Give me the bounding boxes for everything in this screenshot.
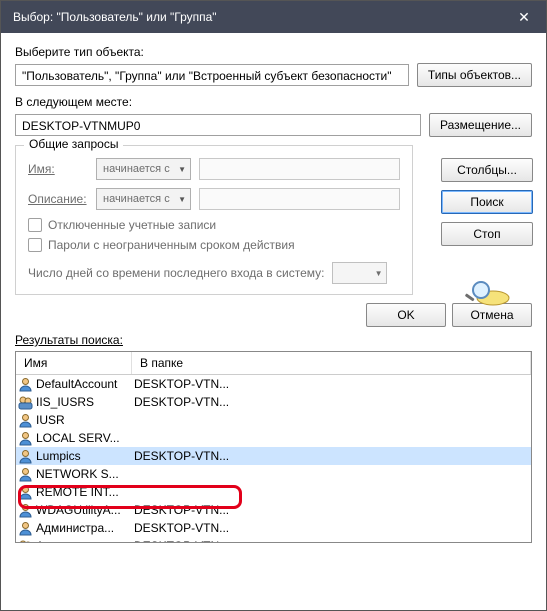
object-type-label: Выберите тип объекта: <box>15 45 532 59</box>
columns-button[interactable]: Столбцы... <box>441 158 533 182</box>
description-label: Описание: <box>28 192 88 206</box>
table-row[interactable]: REMOTE INT... <box>16 483 531 501</box>
row-folder: DESKTOP-VTN... <box>132 377 531 391</box>
user-icon <box>18 503 33 518</box>
user-icon <box>18 431 33 446</box>
row-folder: DESKTOP-VTN... <box>132 503 531 517</box>
row-name: IUSR <box>36 413 65 427</box>
table-row[interactable]: LOCAL SERV... <box>16 429 531 447</box>
days-label: Число дней со времени последнего входа в… <box>28 266 324 280</box>
disabled-accounts-label: Отключенные учетные записи <box>48 218 216 232</box>
locations-button[interactable]: Размещение... <box>429 113 532 137</box>
no-expire-label: Пароли с неограниченным сроком действия <box>48 238 295 252</box>
name-input[interactable] <box>199 158 400 180</box>
table-row[interactable]: IUSR <box>16 411 531 429</box>
user-icon <box>18 413 33 428</box>
column-name[interactable]: Имя <box>16 352 132 374</box>
search-button[interactable]: Поиск <box>441 190 533 214</box>
chevron-down-icon: ▼ <box>178 165 186 174</box>
table-row[interactable]: Администра... DESKTOP-VTN... <box>16 519 531 537</box>
row-name: WDAGUtilityA... <box>36 503 121 517</box>
group-icon <box>18 395 33 410</box>
close-icon: ✕ <box>518 9 530 26</box>
user-icon <box>18 521 33 536</box>
name-label: Имя: <box>28 162 88 176</box>
row-folder: DESKTOP-VTN... <box>132 521 531 535</box>
object-type-field[interactable]: "Пользователь", "Группа" или "Встроенный… <box>15 64 409 86</box>
description-input[interactable] <box>199 188 400 210</box>
table-row[interactable]: DefaultAccount DESKTOP-VTN... <box>16 375 531 393</box>
location-field[interactable]: DESKTOP-VTNMUP0 <box>15 114 421 136</box>
location-label: В следующем месте: <box>15 95 532 109</box>
stop-button[interactable]: Стоп <box>441 222 533 246</box>
row-name: Администра... <box>36 521 114 535</box>
row-name: LOCAL SERV... <box>36 431 120 445</box>
table-header: Имя В папке <box>16 352 531 375</box>
table-row[interactable]: Lumpics DESKTOP-VTN... <box>16 447 531 465</box>
disabled-accounts-checkbox[interactable] <box>28 218 42 232</box>
titlebar[interactable]: Выбор: "Пользователь" или "Группа" ✕ <box>1 1 546 33</box>
user-icon <box>18 467 33 482</box>
results-label: Результаты поиска: <box>1 333 546 351</box>
row-name: Lumpics <box>36 449 81 463</box>
ok-button[interactable]: OK <box>366 303 446 327</box>
row-name: NETWORK S... <box>36 467 119 481</box>
results-table[interactable]: Имя В папке DefaultAccount DESKTOP-VTN...… <box>15 351 532 543</box>
chevron-down-icon: ▼ <box>375 269 383 278</box>
window-title: Выбор: "Пользователь" или "Группа" <box>13 10 217 24</box>
chevron-down-icon: ▼ <box>178 195 186 204</box>
common-queries-group: Общие запросы Имя: начинается с ▼ Описан… <box>15 145 413 295</box>
name-mode-combo[interactable]: начинается с ▼ <box>96 158 191 180</box>
group-icon <box>18 539 33 544</box>
column-folder[interactable]: В папке <box>132 352 531 374</box>
user-icon <box>18 449 33 464</box>
user-icon <box>18 485 33 500</box>
table-row[interactable]: IIS_IUSRS DESKTOP-VTN... <box>16 393 531 411</box>
days-combo[interactable]: ▼ <box>332 262 387 284</box>
row-folder: DESKTOP-VTN... <box>132 395 531 409</box>
row-folder: DESKTOP-VTN... <box>132 449 531 463</box>
common-queries-title: Общие запросы <box>24 137 123 151</box>
no-expire-checkbox[interactable] <box>28 238 42 252</box>
table-row[interactable]: Администра... DESKTOP-VTN... <box>16 537 531 543</box>
user-icon <box>18 377 33 392</box>
row-name: DefaultAccount <box>36 377 117 391</box>
row-name: Администра... <box>36 539 114 543</box>
find-icon <box>463 278 511 308</box>
table-row[interactable]: NETWORK S... <box>16 465 531 483</box>
description-mode-combo[interactable]: начинается с ▼ <box>96 188 191 210</box>
row-name: REMOTE INT... <box>36 485 119 499</box>
object-types-button[interactable]: Типы объектов... <box>417 63 532 87</box>
table-row[interactable]: WDAGUtilityA... DESKTOP-VTN... <box>16 501 531 519</box>
row-folder: DESKTOP-VTN... <box>132 539 531 543</box>
close-button[interactable]: ✕ <box>502 1 546 33</box>
row-name: IIS_IUSRS <box>36 395 94 409</box>
